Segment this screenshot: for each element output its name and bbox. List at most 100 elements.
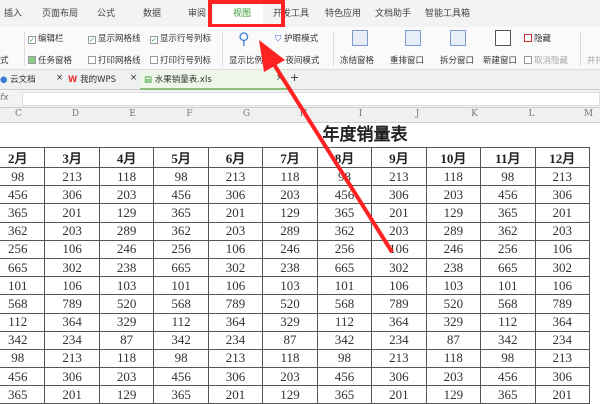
table-cell[interactable]: 118	[262, 166, 318, 187]
table-cell[interactable]: 302	[44, 257, 100, 278]
table-cell[interactable]: 665	[316, 257, 373, 278]
table-cell[interactable]: 106	[44, 276, 100, 296]
table-cell[interactable]: 98	[0, 166, 46, 187]
tab-smart-toolbox[interactable]: 智能工具箱	[425, 6, 470, 19]
close-icon[interactable]: ×	[276, 73, 283, 83]
table-cell[interactable]: 87	[98, 330, 155, 350]
table-cell[interactable]: 118	[98, 348, 155, 369]
table-cell[interactable]: 789	[207, 294, 264, 314]
table-cell[interactable]: 306	[44, 367, 100, 387]
table-cell[interactable]: 456	[153, 185, 209, 205]
table-cell[interactable]: 213	[371, 166, 427, 187]
tab-page-layout[interactable]: 页面布局	[42, 6, 78, 19]
tab-formula[interactable]: 公式	[97, 6, 115, 19]
table-cell[interactable]: 306	[371, 367, 427, 387]
table-cell[interactable]: 362	[316, 221, 373, 241]
table-cell[interactable]: 456	[480, 367, 536, 387]
table-cell[interactable]: 129	[98, 385, 155, 404]
table-cell[interactable]: 306	[534, 367, 591, 387]
table-cell[interactable]: 256	[0, 239, 46, 259]
table-cell[interactable]: 789	[534, 294, 591, 314]
table-cell[interactable]: 246	[425, 239, 482, 259]
table-cell[interactable]: 289	[262, 221, 318, 241]
add-tab-icon[interactable]: +	[290, 71, 299, 84]
table-cell[interactable]: 203	[98, 367, 155, 387]
close-icon[interactable]: ×	[56, 73, 63, 83]
table-cell[interactable]: 256	[316, 239, 373, 259]
side-by-side-button[interactable]: 并排	[587, 54, 600, 66]
table-cell[interactable]: 234	[534, 330, 591, 350]
table-cell[interactable]: 112	[316, 312, 373, 332]
table-cell[interactable]: 129	[425, 385, 482, 404]
table-cell[interactable]: 118	[425, 166, 482, 187]
table-cell[interactable]: 665	[480, 257, 536, 278]
table-cell[interactable]: 203	[425, 367, 482, 387]
table-cell[interactable]: 365	[480, 385, 536, 404]
formula-input[interactable]	[22, 92, 600, 106]
column-header[interactable]: G	[218, 109, 275, 119]
table-cell[interactable]: 456	[153, 367, 209, 387]
doc-tab-cloud[interactable]: ● 云文档	[0, 73, 36, 85]
table-cell[interactable]: 203	[207, 221, 264, 241]
table-cell[interactable]: 203	[262, 185, 318, 205]
table-cell[interactable]: 129	[98, 203, 155, 223]
table-cell[interactable]: 364	[44, 312, 100, 332]
table-cell[interactable]: 213	[534, 166, 591, 187]
table-cell[interactable]: 342	[153, 330, 209, 350]
table-cell[interactable]: 568	[0, 294, 46, 314]
column-header[interactable]: H	[275, 109, 332, 119]
table-cell[interactable]: 289	[425, 221, 482, 241]
month-header-cell[interactable]: 6月	[207, 147, 264, 168]
table-cell[interactable]: 364	[534, 312, 591, 332]
tab-review[interactable]: 审阅	[188, 6, 206, 19]
freeze-panes-button[interactable]: 冻结窗格	[340, 54, 374, 66]
table-cell[interactable]: 520	[425, 294, 482, 314]
column-header[interactable]: K	[446, 109, 503, 119]
tab-doc-assistant[interactable]: 文档助手	[375, 6, 411, 19]
table-cell[interactable]: 103	[98, 276, 155, 296]
show-headers-checkbox[interactable]: ✓ 显示行号列标	[150, 32, 211, 44]
table-cell[interactable]: 203	[262, 367, 318, 387]
table-cell[interactable]: 101	[480, 276, 536, 296]
column-header[interactable]: I	[332, 109, 389, 119]
print-headers-checkbox[interactable]: 打印行号列标	[150, 54, 211, 66]
table-cell[interactable]: 365	[316, 385, 373, 404]
table-cell[interactable]: 112	[0, 312, 46, 332]
column-header[interactable]: L	[503, 109, 560, 119]
zoom-button[interactable]: 显示比例	[229, 54, 263, 66]
print-gridlines-checkbox[interactable]: 打印网格线	[88, 54, 141, 66]
table-cell[interactable]: 98	[480, 348, 536, 369]
table-cell[interactable]: 106	[371, 239, 427, 259]
table-cell[interactable]: 342	[316, 330, 373, 350]
month-header-cell[interactable]: 11月	[480, 147, 536, 168]
hide-button[interactable]: 隐藏	[524, 32, 551, 44]
doc-tab-my-wps[interactable]: W 我的WPS	[68, 73, 116, 85]
table-cell[interactable]: 302	[371, 257, 427, 278]
table-cell[interactable]: 665	[0, 257, 46, 278]
new-window-button[interactable]: 新建窗口	[483, 54, 517, 66]
table-cell[interactable]: 234	[207, 330, 264, 350]
month-header-cell[interactable]: 3月	[44, 147, 100, 168]
table-cell[interactable]: 302	[207, 257, 264, 278]
table-cell[interactable]: 118	[425, 348, 482, 369]
table-cell[interactable]: 789	[371, 294, 427, 314]
table-cell[interactable]: 201	[371, 203, 427, 223]
table-cell[interactable]: 213	[207, 166, 264, 187]
table-cell[interactable]: 213	[207, 348, 264, 369]
tab-features[interactable]: 特色应用	[325, 6, 361, 19]
table-cell[interactable]: 789	[44, 294, 100, 314]
table-cell[interactable]: 201	[534, 203, 591, 223]
table-cell[interactable]: 456	[316, 367, 373, 387]
month-header-cell[interactable]: 9月	[371, 147, 427, 168]
column-header[interactable]: J	[389, 109, 446, 119]
table-cell[interactable]: 456	[480, 185, 536, 205]
table-cell[interactable]: 106	[207, 239, 264, 259]
table-cell[interactable]: 106	[534, 239, 591, 259]
table-cell[interactable]: 101	[153, 276, 209, 296]
table-cell[interactable]: 101	[0, 276, 46, 296]
spreadsheet-grid[interactable]: 年度销量表 2月 3月 4月 5月 6月 7月 8月 9月 10月 11月 12月 98 213 118 9…	[0, 123, 600, 404]
table-cell[interactable]: 520	[262, 294, 318, 314]
split-window-button[interactable]: 拆分窗口	[440, 54, 474, 66]
table-cell[interactable]: 106	[534, 276, 591, 296]
column-header[interactable]: D	[47, 109, 104, 119]
